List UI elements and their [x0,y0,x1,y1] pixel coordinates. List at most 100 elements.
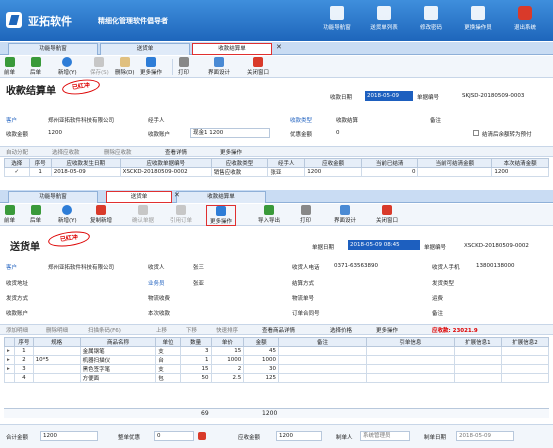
receipt-amount-value[interactable]: 1200 [48,130,62,136]
cell[interactable] [277,346,367,356]
mobile-value[interactable]: 13800138000 [476,263,515,269]
confirm-doc-button[interactable]: 确认单据 [132,205,154,224]
cell[interactable]: 50 [179,373,212,383]
sales-value[interactable]: 张亚 [193,279,204,287]
cell[interactable]: 台 [155,355,181,365]
tab-receipt-2[interactable]: 收款结算单 [176,191,266,203]
receipt-account-input[interactable]: 现金1 1200 [190,128,270,138]
save-button[interactable]: 保存(S) [90,57,109,76]
cell[interactable]: 包 [155,373,181,383]
table-row[interactable]: 4 方便面包 50 2.5 125 [3,373,550,383]
cell[interactable]: 1 [179,355,212,365]
close-icon[interactable]: ✕ [276,43,282,51]
ui-design-button[interactable]: 界面设计 [208,57,230,76]
close-icon[interactable]: ✕ [174,191,180,199]
cell[interactable]: 125 [243,373,279,383]
receivable-input[interactable]: 1200 [276,431,322,441]
select-receivable-button[interactable]: 选择应收款 [52,148,80,156]
cell[interactable]: 3 [14,364,34,374]
cell[interactable]: 黑色签字笔 [79,364,157,374]
cell[interactable]: 2 [210,364,245,374]
print-button[interactable]: 打印 [178,57,189,76]
cell[interactable]: 1000 [243,355,279,365]
total-input[interactable]: 1200 [40,431,98,441]
prev-button[interactable]: 后单 [30,57,41,76]
nav-function-button[interactable]: 功能导航窗 [315,3,359,39]
cell[interactable] [453,346,502,356]
cell[interactable] [277,373,367,383]
cell[interactable]: 支 [155,364,181,374]
change-password-button[interactable]: 修改密码 [409,3,453,39]
cell[interactable]: 45 [243,346,279,356]
cell[interactable] [32,346,81,356]
close-window-button[interactable]: 关闭窗口 [247,57,269,76]
prev-button-2[interactable]: 后单 [30,205,41,224]
exit-system-button[interactable]: 退出系统 [503,3,547,39]
receipt-customer-value[interactable]: 郑州亚拓软件科技有限公司 [48,116,114,124]
tab-function-nav[interactable]: 功能导航窗 [8,43,98,55]
table-row[interactable]: ▸ 2 10*5 机器扫描仪台 1 1000 1000 [3,355,550,365]
delivery-customer-label[interactable]: 客户 [6,263,17,271]
delete-button[interactable]: 删除(D) [115,57,135,76]
calculator-icon[interactable] [198,432,206,440]
cell[interactable]: 2.5 [210,373,245,383]
cell[interactable] [500,373,550,383]
discount-input[interactable]: 0 [154,431,194,441]
cell[interactable]: 30 [243,364,279,374]
more-actions-button-2[interactable]: 更多操作 [220,148,242,156]
select-price-button[interactable]: 选择价格 [330,326,352,334]
cell[interactable]: 机器扫描仪 [79,355,157,365]
settle-checkbox[interactable] [473,130,479,136]
ref-order-button[interactable]: 引用订单 [170,205,192,224]
more-actions-button[interactable]: 更多操作 [140,57,162,76]
new-button-2[interactable]: 新增(Y) [58,205,77,224]
cell[interactable] [500,364,550,374]
delivery-date-input[interactable]: 2018-05-09 08:45 [348,240,420,250]
cell[interactable]: 15 [179,364,212,374]
cell[interactable]: 15 [210,346,245,356]
cell[interactable] [453,373,502,383]
receipt-customer-label[interactable]: 客户 [6,116,17,124]
cell[interactable] [453,355,502,365]
cell[interactable]: 金属钢笔 [79,346,157,356]
quick-sort-button[interactable]: 快速排序 [216,326,238,334]
table-row[interactable]: ▸ 3 黑色签字笔支 15 2 30 [3,364,550,374]
cell[interactable]: 1 [14,346,34,356]
sales-label[interactable]: 业务员 [148,279,165,287]
tab-receipt[interactable]: 收款结算单 [192,43,272,55]
receiver-value[interactable]: 张三 [193,263,204,271]
row-checkbox[interactable]: ✓ [4,167,30,177]
import-export-button[interactable]: 导入导出 [258,205,280,224]
cell[interactable] [32,373,81,383]
view-detail-button[interactable]: 查看详情 [165,148,187,156]
delete-detail-button[interactable]: 删除明细 [46,326,68,334]
cell[interactable]: 2 [14,355,34,365]
cell[interactable] [277,364,367,374]
cell[interactable]: 1200 [491,167,549,177]
copy-new-button[interactable]: 复制新增 [90,205,112,224]
view-product-button[interactable]: 查看商品详情 [262,326,295,334]
move-up-button[interactable]: 上移 [156,326,167,334]
cell[interactable] [365,355,455,365]
close-window-button-2[interactable]: 关闭窗口 [376,205,398,224]
move-down-button[interactable]: 下移 [186,326,197,334]
cell[interactable] [365,346,455,356]
cell[interactable]: 4 [14,373,34,383]
switch-operator-button[interactable]: 更换操作员 [456,3,500,39]
cell[interactable]: 3 [179,346,212,356]
receipt-discount-value[interactable]: 0 [336,130,340,136]
cell[interactable]: 10*5 [32,355,81,365]
receipt-type-value[interactable]: 收款结算 [336,116,358,124]
first-button-2[interactable]: 前单 [4,205,15,224]
tab-function-nav-2[interactable]: 功能导航窗 [8,191,98,203]
table-row[interactable]: ▸ 1 金属钢笔支 3 15 45 [3,346,550,356]
cell[interactable]: 方便面 [79,373,157,383]
tab-delivery[interactable]: 送货单 [100,43,190,55]
more-actions-button-3[interactable]: 更多操作 [206,205,237,226]
cell[interactable]: 支 [155,346,181,356]
add-detail-button[interactable]: 添加明细 [6,326,28,334]
delivery-list-button[interactable]: 送货单列表 [362,3,406,39]
scan-barcode-button[interactable]: 扫描条码(F6) [88,326,121,334]
phone-value[interactable]: 0371-63563890 [334,263,378,269]
auto-assign-button[interactable]: 自动分配 [6,148,28,156]
